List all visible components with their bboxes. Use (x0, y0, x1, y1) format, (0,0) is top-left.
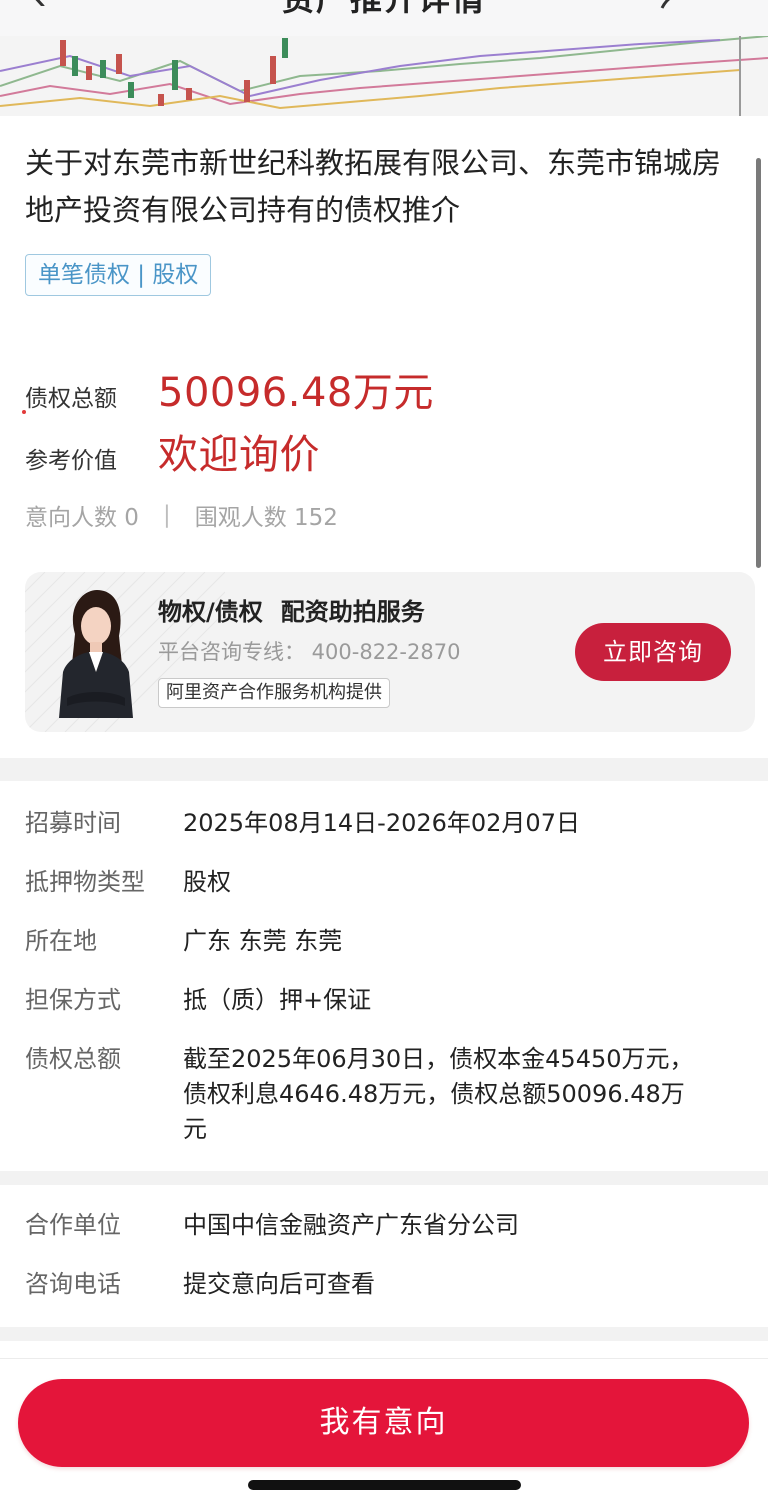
home-indicator (248, 1480, 521, 1490)
service-phone-line: 平台咨询专线： 400-822-2870 (158, 640, 461, 664)
service-title: 物权/债权 配资助拍服务 (158, 592, 425, 627)
asset-type-tag: 单笔债权 | 股权 (25, 254, 212, 296)
detail-value: 抵（质）押+保证 (183, 986, 372, 1014)
total-amount-row: 债权总额 50096.48万元 (25, 360, 434, 418)
total-amount-value: 50096.48万元 (158, 370, 434, 416)
detail-value: 2025年08月14日-2026年02月07日 (183, 809, 580, 837)
viewer-count: 围观人数 152 (194, 505, 338, 531)
reference-value: 欢迎询价 (158, 432, 320, 478)
intent-count: 意向人数 0 (25, 505, 139, 531)
service-title-part1: 物权/债权 (158, 598, 263, 626)
contact-label: 合作单位 (25, 1211, 121, 1239)
asset-details-section: 招募时间 2025年08月14日-2026年02月07日 抵押物类型 股权 所在… (0, 781, 768, 1171)
banner-chart-image (0, 36, 768, 116)
contact-value: 中国中信金融资产广东省分公司 (183, 1211, 519, 1239)
page-title: 资产推介详情 (0, 0, 768, 20)
scrollbar[interactable] (756, 158, 761, 568)
detail-label: 债权总额 (25, 1045, 121, 1073)
header: 资产推介详情 (0, 0, 768, 36)
detail-value: 截至2025年06月30日，债权本金45450万元，债权利息4646.48万元，… (183, 1045, 694, 1143)
detail-row: 招募时间 2025年08月14日-2026年02月07日 (25, 806, 735, 841)
asset-title: 关于对东莞市新世纪科教拓展有限公司、东莞市锦城房地产投资有限公司持有的债权推介 (25, 146, 722, 227)
service-provider-badge: 阿里资产合作服务机构提供 (158, 678, 390, 708)
bottom-action-bar: 我有意向 (0, 1358, 768, 1507)
consultant-avatar (59, 590, 133, 718)
detail-value: 广东 东莞 东莞 (183, 927, 343, 955)
detail-value: 股权 (183, 868, 231, 896)
asset-summary-card: 关于对东莞市新世纪科教拓展有限公司、东莞市锦城房地产投资有限公司持有的债权推介 … (0, 116, 768, 758)
detail-row: 担保方式 抵（质）押+保证 (25, 983, 735, 1018)
share-icon[interactable] (658, 0, 698, 10)
financing-service-card[interactable]: 物权/债权 配资助拍服务 平台咨询专线： 400-822-2870 阿里资产合作服… (25, 572, 755, 732)
detail-row: 所在地 广东 东莞 东莞 (25, 924, 735, 959)
contact-section: 合作单位 中国中信金融资产广东省分公司 咨询电话 提交意向后可查看 (0, 1185, 768, 1327)
detail-row: 债权总额 截至2025年06月30日，债权本金45450万元，债权利息4646.… (25, 1042, 735, 1147)
detail-label: 担保方式 (25, 986, 121, 1014)
reference-value-label: 参考价值 (25, 448, 117, 474)
reference-value-row: 参考价值 欢迎询价 (25, 422, 320, 480)
detail-label: 所在地 (25, 927, 97, 955)
contact-row: 咨询电话 提交意向后可查看 (25, 1267, 735, 1302)
stats-separator: | (162, 502, 171, 528)
service-title-part2: 配资助拍服务 (280, 598, 425, 626)
total-amount-label: 债权总额 (25, 386, 117, 412)
detail-label: 抵押物类型 (25, 868, 145, 896)
detail-row: 抵押物类型 股权 (25, 865, 735, 900)
express-intent-button[interactable]: 我有意向 (18, 1379, 749, 1467)
contact-label: 咨询电话 (25, 1270, 121, 1298)
consult-now-button[interactable]: 立即咨询 (575, 623, 731, 681)
contact-value: 提交意向后可查看 (183, 1270, 375, 1298)
contact-row: 合作单位 中国中信金融资产广东省分公司 (25, 1208, 735, 1243)
interest-stats: 意向人数 0 | 围观人数 152 (25, 498, 338, 532)
detail-label: 招募时间 (25, 809, 121, 837)
page: 资产推介详情 关于对东莞市新世纪 (0, 0, 768, 1507)
